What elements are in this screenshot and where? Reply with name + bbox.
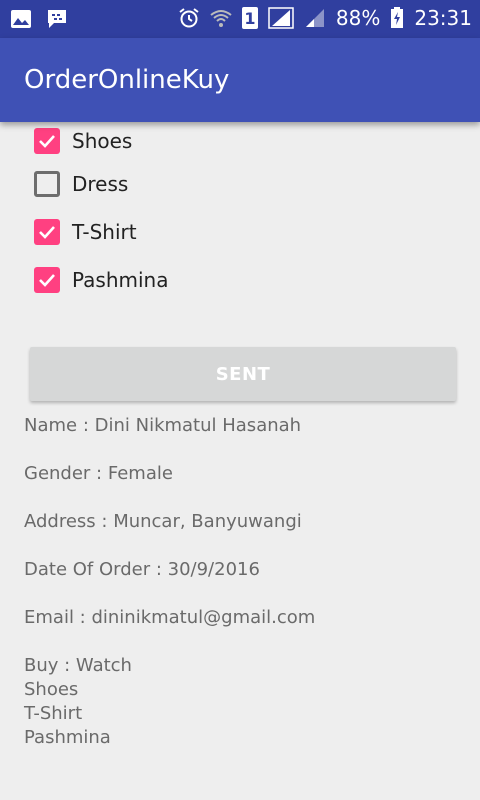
checkbox-label: Shoes <box>72 129 133 153</box>
checkbox-label: T-Shirt <box>72 220 137 244</box>
checkbox-label: Pashmina <box>72 268 169 292</box>
app-title: OrderOnlineKuy <box>24 65 230 95</box>
checkbox-dress[interactable]: Dress <box>34 160 454 208</box>
signal-icon <box>268 7 294 29</box>
summary-buy-line: Pashmina <box>24 727 111 748</box>
checkbox-checked-icon[interactable] <box>34 219 60 245</box>
summary-email: Email : dininikmatul@gmail.com <box>24 607 316 628</box>
summary-buy-line: T-Shirt <box>24 703 83 724</box>
sim-icon: 1 <box>241 7 258 29</box>
image-icon <box>11 10 31 28</box>
sent-button[interactable]: SENT <box>30 347 456 401</box>
checkbox-checked-icon[interactable] <box>34 267 60 293</box>
checkbox-t-shirt[interactable]: T-Shirt <box>34 208 454 256</box>
checkbox-label: Dress <box>72 172 129 196</box>
bbm-icon <box>48 10 66 28</box>
checkbox-shoes[interactable]: Shoes <box>34 122 454 160</box>
checkbox-unchecked-icon[interactable] <box>34 171 60 197</box>
summary-buy-line: Buy : Watch <box>24 655 132 676</box>
summary-address: Address : Muncar, Banyuwangi <box>24 511 302 532</box>
checkbox-list: Shoes Dress T-Shirt Pashmina <box>34 122 454 304</box>
order-summary: Name : Dini Nikmatul Hasanah Gender : Fe… <box>24 414 464 750</box>
summary-buy-line: Shoes <box>24 679 79 700</box>
app-bar: OrderOnlineKuy <box>0 38 480 122</box>
checkbox-checked-icon[interactable] <box>34 128 60 154</box>
summary-buy: Buy : Watch Shoes T-Shirt Pashmina <box>24 654 464 750</box>
battery-icon <box>391 7 404 28</box>
alarm-icon <box>179 8 199 28</box>
checkbox-pashmina[interactable]: Pashmina <box>34 256 454 304</box>
status-bar: 1 88% 23:31 <box>0 0 480 38</box>
battery-percent: 88% <box>335 6 381 30</box>
summary-gender: Gender : Female <box>24 463 173 484</box>
wifi-icon <box>210 10 232 27</box>
signal-weak-icon <box>305 9 324 27</box>
summary-name: Name : Dini Nikmatul Hasanah <box>24 415 302 436</box>
summary-date: Date Of Order : 30/9/2016 <box>24 559 260 580</box>
clock: 23:31 <box>414 6 472 30</box>
